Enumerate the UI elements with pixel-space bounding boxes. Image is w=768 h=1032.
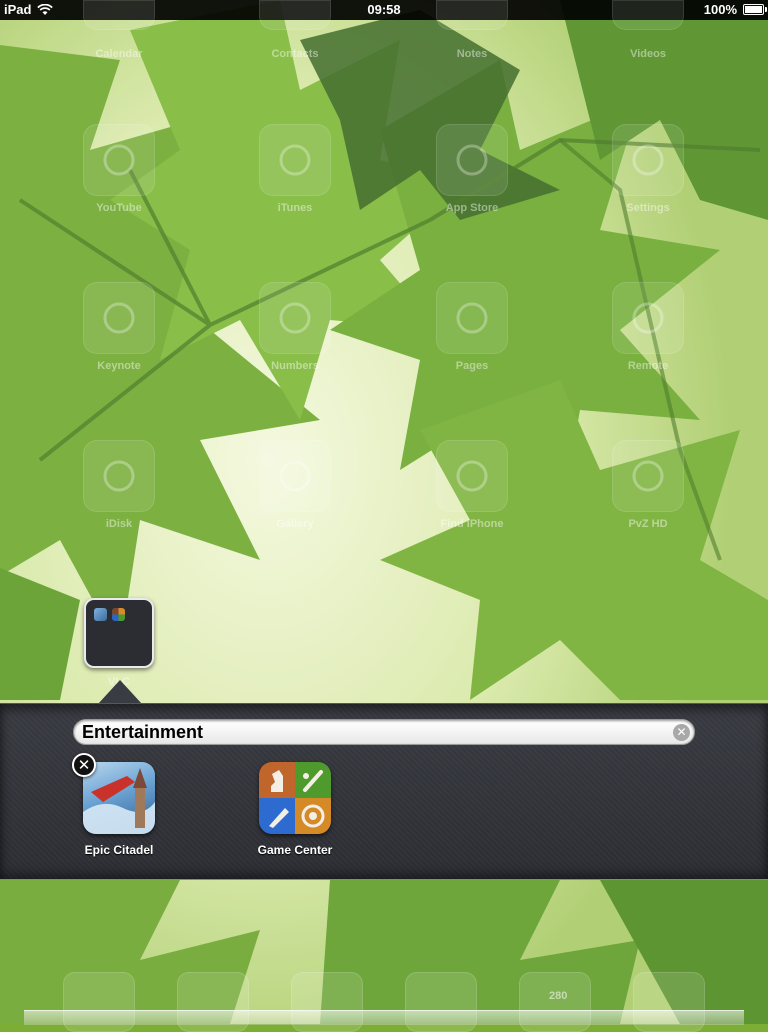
ipod-icon[interactable] [405,972,477,1032]
app-settings[interactable]: Settings [612,124,684,214]
zombie-icon [612,440,684,512]
app-label: Keynote [97,360,141,372]
app-label: Pages [455,360,489,372]
radar-icon [436,440,508,512]
notes-icon [436,0,508,30]
app-epic-citadel[interactable]: Epic Citadel [83,762,155,857]
photos-flower-icon[interactable] [291,972,363,1032]
game-center-label: Game Center [257,843,333,857]
app-itunes[interactable]: iTunes [259,124,331,214]
battery-icon [743,4,767,15]
app-label: Videos [630,48,666,60]
pages-icon [436,282,508,354]
maps-icon[interactable]: 280 [519,972,591,1032]
app-label: Remote [627,360,669,372]
calendar-icon [83,0,155,30]
contacts-icon [259,0,331,30]
app-pvz-hd[interactable]: PvZ HD [612,440,684,530]
game-center-icon [259,762,331,834]
app-find-iphone[interactable]: Find iPhone [436,440,508,530]
youtube-icon [83,124,155,196]
app-label: iTunes [277,202,313,214]
app-numbers[interactable]: Numbers [259,282,331,372]
battery-fill [745,6,762,13]
battery-percent: 100% [703,2,737,17]
maps-route-sign: 280 [549,990,568,1002]
folder-entertainment-icon[interactable] [84,598,154,668]
app-calendar[interactable]: Calendar [83,0,155,60]
keynote-icon [83,282,155,354]
gallery-icon [259,440,331,512]
app-notes[interactable]: Notes [436,0,508,60]
app-label: Notes [456,48,488,60]
delete-app-button[interactable]: ✕ [72,753,96,777]
app-pages[interactable]: Pages [436,282,508,372]
app-idisk[interactable]: iDisk [83,440,155,530]
settings-gear-icon [612,124,684,196]
app-label: iDisk [105,518,133,530]
app-game-center[interactable]: Game Center [258,762,332,857]
mini-game-center-icon [112,608,125,621]
app-store-icon [436,124,508,196]
app-label: Calendar [95,48,143,60]
epic-citadel-label: Epic Citadel [84,843,154,857]
mail-envelope-icon[interactable] [177,972,249,1032]
folder-name-field[interactable]: ✕ [73,719,695,745]
app-label: App Store [445,202,499,214]
app-label: Find iPhone [440,518,504,530]
mini-epic-citadel-icon [94,608,107,621]
app-label: YouTube [96,202,142,214]
app-gallery[interactable]: Gallery [259,440,331,530]
cloud-icon [83,440,155,512]
app-label: Settings [626,202,670,214]
app-label: PvZ HD [628,518,668,530]
clear-text-button[interactable]: ✕ [673,724,690,741]
videos-icon [612,0,684,30]
app-app-store[interactable]: App Store [436,124,508,214]
safari-compass-icon[interactable] [63,972,135,1032]
remote-play-icon [612,282,684,354]
app-youtube[interactable]: YouTube [83,124,155,214]
app-videos[interactable]: Videos [612,0,684,60]
folder-pointer [98,680,142,704]
app-label: Numbers [271,360,319,372]
app-label: Contacts [271,48,319,60]
ibooks-icon[interactable] [633,972,705,1032]
folder-name-input[interactable] [82,721,662,743]
app-label: Gallery [276,518,314,530]
itunes-icon [259,124,331,196]
epic-citadel-icon [83,762,155,834]
app-keynote[interactable]: Keynote [83,282,155,372]
app-contacts[interactable]: Contacts [259,0,331,60]
app-remote[interactable]: Remote [612,282,684,372]
numbers-icon [259,282,331,354]
